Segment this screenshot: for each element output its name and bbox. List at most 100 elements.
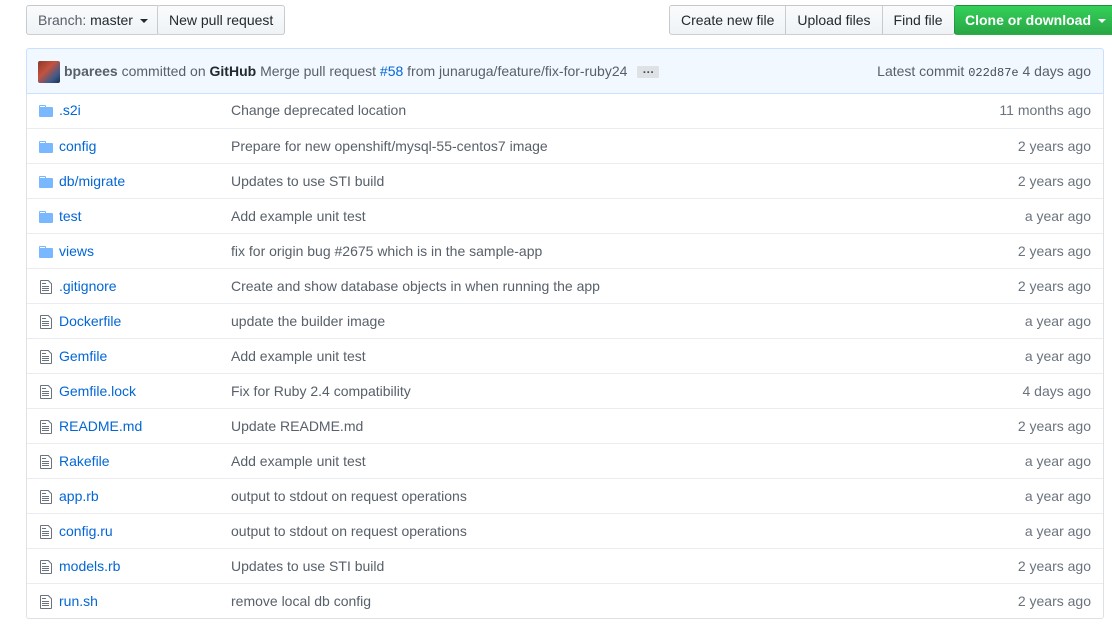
- commit-age: a year ago: [1024, 453, 1091, 469]
- file-name-link[interactable]: .s2i: [59, 93, 81, 127]
- commit-summary: bparees committed on GitHub Merge pull r…: [64, 49, 660, 93]
- file-name-link[interactable]: db/migrate: [59, 164, 125, 198]
- file-icon: [38, 419, 54, 435]
- clone-label: Clone or download: [965, 12, 1091, 28]
- expand-commit-message-button[interactable]: …: [637, 63, 660, 79]
- table-row: Rakefile Add example unit test a year ago: [27, 443, 1103, 478]
- commit-message-link[interactable]: remove local db config: [231, 584, 371, 618]
- commit-message-link[interactable]: Add example unit test: [231, 339, 366, 373]
- commit-message-link[interactable]: Change deprecated location: [231, 93, 406, 127]
- commit-age: 2 years ago: [1017, 243, 1091, 259]
- commit-message-link[interactable]: Prepare for new openshift/mysql-55-cento…: [231, 129, 548, 163]
- new-pull-request-button[interactable]: New pull request: [157, 5, 286, 35]
- table-row: config Prepare for new openshift/mysql-55…: [27, 128, 1103, 163]
- upload-files-button[interactable]: Upload files: [785, 5, 883, 35]
- file-name-link[interactable]: Dockerfile: [59, 304, 121, 338]
- commit-message-link[interactable]: Updates to use STI build: [231, 549, 384, 583]
- table-row: README.md Update README.md 2 years ago: [27, 408, 1103, 443]
- folder-icon: [38, 103, 54, 119]
- file-icon: [38, 524, 54, 540]
- commit-message-link[interactable]: fix for origin bug #2675 which is in the…: [231, 234, 542, 268]
- table-row: db/migrate Updates to use STI build 2 year…: [27, 163, 1103, 198]
- branch-select-button[interactable]: Branch: master: [26, 5, 160, 35]
- file-name-link[interactable]: config: [59, 129, 96, 163]
- latest-commit-info: Latest commit 022d87e 4 days ago: [877, 49, 1091, 95]
- commit-age: 2 years ago: [1017, 558, 1091, 574]
- table-row: models.rb Updates to use STI build 2 years…: [27, 548, 1103, 583]
- file-icon: [38, 279, 54, 295]
- clone-or-download-button[interactable]: Clone or download: [954, 5, 1112, 35]
- commit-message-link[interactable]: Add example unit test: [231, 199, 366, 233]
- folder-icon: [38, 244, 54, 260]
- file-name-link[interactable]: models.rb: [59, 549, 120, 583]
- file-icon: [38, 314, 54, 330]
- commit-message-suffix[interactable]: from junaruga/feature/fix-for-ruby24: [407, 63, 627, 79]
- file-name-link[interactable]: config.ru: [59, 514, 113, 548]
- file-name-link[interactable]: .gitignore: [59, 269, 117, 303]
- file-name-link[interactable]: Gemfile: [59, 339, 107, 373]
- commit-age: 11 months ago: [999, 102, 1091, 118]
- find-file-button[interactable]: Find file: [881, 5, 955, 35]
- table-row: Gemfile Add example unit test a year ago: [27, 338, 1103, 373]
- file-list: .s2i Change deprecated location 11 months …: [26, 93, 1104, 619]
- committer-platform: GitHub: [209, 63, 257, 79]
- commit-message-link[interactable]: update the builder image: [231, 304, 385, 338]
- commit-message-prefix[interactable]: Merge pull request: [260, 63, 376, 79]
- chevron-down-icon: [139, 19, 148, 24]
- file-name-link[interactable]: Rakefile: [59, 444, 110, 478]
- commit-age: a year ago: [1024, 488, 1091, 504]
- folder-icon: [38, 174, 54, 190]
- table-row: test Add example unit test a year ago: [27, 198, 1103, 233]
- commit-age: 2 years ago: [1017, 593, 1091, 609]
- file-icon: [38, 454, 54, 470]
- pull-request-link[interactable]: #58: [380, 63, 403, 79]
- file-name-link[interactable]: app.rb: [59, 479, 99, 513]
- avatar[interactable]: [38, 61, 60, 83]
- table-row: views fix for origin bug #2675 which is i…: [27, 233, 1103, 268]
- commit-message-link[interactable]: output to stdout on request operations: [231, 479, 467, 513]
- table-row: .gitignore Create and show database objec…: [27, 268, 1103, 303]
- file-name-link[interactable]: README.md: [59, 409, 142, 443]
- commit-author-link[interactable]: bparees: [64, 63, 118, 79]
- file-icon: [38, 594, 54, 610]
- commit-age: 2 years ago: [1017, 173, 1091, 189]
- commit-message-link[interactable]: Updates to use STI build: [231, 164, 384, 198]
- commit-age: a year ago: [1024, 523, 1091, 539]
- commit-age: 2 years ago: [1017, 138, 1091, 154]
- commit-age: 2 years ago: [1017, 278, 1091, 294]
- branch-name: master: [90, 12, 133, 28]
- folder-icon: [38, 139, 54, 155]
- table-row: app.rb output to stdout on request operat…: [27, 478, 1103, 513]
- table-row: Gemfile.lock Fix for Ruby 2.4 compatibili…: [27, 373, 1103, 408]
- file-icon: [38, 489, 54, 505]
- commit-message-link[interactable]: Add example unit test: [231, 444, 366, 478]
- committed-on-text: committed on: [121, 63, 206, 79]
- chevron-down-icon: [1097, 19, 1106, 24]
- commit-age: a year ago: [1024, 208, 1091, 224]
- latest-commit-label: Latest commit: [877, 63, 965, 79]
- commit-message-link[interactable]: Create and show database objects in when…: [231, 269, 600, 303]
- commit-message-link[interactable]: Fix for Ruby 2.4 compatibility: [231, 374, 411, 408]
- commit-message-link[interactable]: Update README.md: [231, 409, 363, 443]
- repo-toolbar: Branch: master New pull request Create n…: [0, 0, 1112, 40]
- latest-commit-bar: bparees committed on GitHub Merge pull r…: [26, 48, 1104, 94]
- commit-age: 4 days ago: [1022, 63, 1092, 79]
- file-actions-group: Create new file Upload files Find file: [669, 5, 955, 35]
- file-name-link[interactable]: views: [59, 234, 94, 268]
- commit-age: 2 years ago: [1017, 418, 1091, 434]
- commit-message-link[interactable]: output to stdout on request operations: [231, 514, 467, 548]
- commit-age: a year ago: [1024, 348, 1091, 364]
- branch-prefix: Branch:: [38, 12, 87, 28]
- file-name-link[interactable]: test: [59, 199, 82, 233]
- file-name-link[interactable]: run.sh: [59, 584, 98, 618]
- file-icon: [38, 349, 54, 365]
- file-icon: [38, 559, 54, 575]
- commit-age: a year ago: [1024, 313, 1091, 329]
- table-row: config.ru output to stdout on request ope…: [27, 513, 1103, 548]
- create-new-file-button[interactable]: Create new file: [669, 5, 787, 35]
- file-name-link[interactable]: Gemfile.lock: [59, 374, 136, 408]
- commit-sha-link[interactable]: 022d87e: [968, 66, 1018, 80]
- file-icon: [38, 384, 54, 400]
- folder-icon: [38, 209, 54, 225]
- table-row: Dockerfile update the builder image a year…: [27, 303, 1103, 338]
